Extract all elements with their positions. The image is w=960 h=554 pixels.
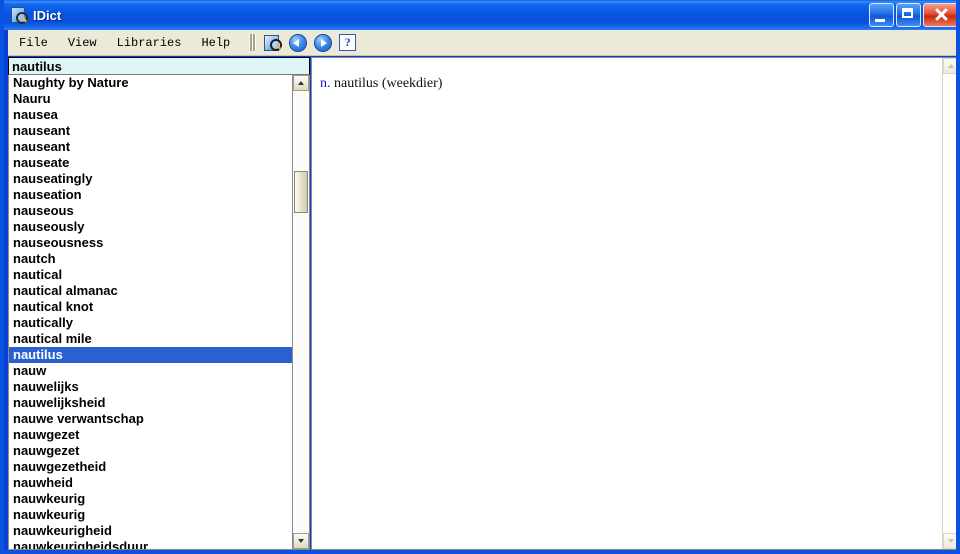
word-list-item[interactable]: nauwe verwantschap [9,411,292,427]
help-question-icon: ? [339,34,357,51]
word-list-item[interactable]: nauwkeurigheidsduur [9,539,292,549]
definition-scroll-up-arrow-icon[interactable] [943,58,956,74]
dictionary-search-icon [264,34,283,51]
word-list-item[interactable]: nauwgezetheid [9,459,292,475]
word-list-item[interactable]: nauseation [9,187,292,203]
application-window: IDict File View Libraries Help ? nautilu… [0,0,960,554]
word-list-item[interactable]: nautch [9,251,292,267]
word-list-item[interactable]: nauseousness [9,235,292,251]
word-list-item[interactable]: nautical almanac [9,283,292,299]
word-list-item[interactable]: Naughty by Nature [9,75,292,91]
word-list-scroll-thumb[interactable] [294,171,308,213]
word-list-item[interactable]: nauwkeurig [9,507,292,523]
word-list-item[interactable]: nautical [9,267,292,283]
word-list: Naughty by Nature Nauru nausea nauseant naus… [8,75,310,550]
word-list-item[interactable]: nautical knot [9,299,292,315]
word-list-item[interactable]: Nauru [9,91,292,107]
toolbar-back-button[interactable] [286,32,309,54]
window-controls [869,3,956,27]
word-list-item[interactable]: nauseate [9,155,292,171]
word-list-item[interactable]: nautical mile [9,331,292,347]
search-field[interactable]: nautilus [8,57,310,75]
menu-bar: File View Libraries Help ? [8,30,956,56]
word-list-scrollbar[interactable] [292,75,309,549]
word-list-item[interactable]: nauseously [9,219,292,235]
word-list-item[interactable]: nauwelijksheid [9,395,292,411]
word-list-item[interactable]: nauseous [9,203,292,219]
word-list-item[interactable]: nausea [9,107,292,123]
menu-item-view[interactable]: View [59,33,106,53]
toolbar-help-button[interactable]: ? [336,32,359,54]
word-list-item[interactable]: nautically [9,315,292,331]
maximize-button[interactable] [896,3,921,27]
menu-item-libraries[interactable]: Libraries [108,33,191,53]
minimize-button[interactable] [869,3,894,27]
part-of-speech-label: n. [320,76,331,91]
word-list-item[interactable]: nauseant [9,123,292,139]
word-list-pane: nautilus Naughty by Nature Nauru nausea nau… [8,57,310,550]
window-title: IDict [33,7,62,23]
word-list-item[interactable]: nauwheid [9,475,292,491]
definition-entry: n. nautilus (weekdier) [320,76,942,92]
scroll-up-arrow-icon[interactable] [293,75,309,91]
word-list-item[interactable]: nautilus [9,347,292,363]
search-input-value: nautilus [12,58,62,74]
menu-item-file[interactable]: File [10,33,57,53]
word-list-item[interactable]: nauwgezet [9,443,292,459]
definition-content: n. nautilus (weekdier) [312,58,942,549]
word-list-items[interactable]: Naughty by Nature Nauru nausea nauseant naus… [9,75,292,549]
definition-text: nautilus (weekdier) [334,76,443,91]
word-list-item[interactable]: nauwkeurigheid [9,523,292,539]
close-button[interactable] [923,3,956,27]
definition-scroll-down-arrow-icon[interactable] [943,533,956,549]
toolbar-forward-button[interactable] [311,32,334,54]
word-list-item[interactable]: nauwkeurig [9,491,292,507]
menu-item-help[interactable]: Help [192,33,239,53]
definition-pane: n. nautilus (weekdier) [311,57,956,550]
toolbar-grip-handle[interactable] [249,34,257,51]
definition-scrollbar[interactable] [942,58,956,549]
word-list-item[interactable]: nauseatingly [9,171,292,187]
title-bar: IDict [4,0,956,30]
word-list-item[interactable]: nauwgezet [9,427,292,443]
scroll-down-arrow-icon[interactable] [293,533,309,549]
dictionary-magnifier-icon [9,6,28,24]
word-list-item[interactable]: nauw [9,363,292,379]
word-list-item[interactable]: nauwelijks [9,379,292,395]
back-arrow-icon [288,33,307,52]
forward-arrow-icon [313,33,332,52]
word-list-item[interactable]: nauseant [9,139,292,155]
toolbar-search-button[interactable] [261,32,284,54]
